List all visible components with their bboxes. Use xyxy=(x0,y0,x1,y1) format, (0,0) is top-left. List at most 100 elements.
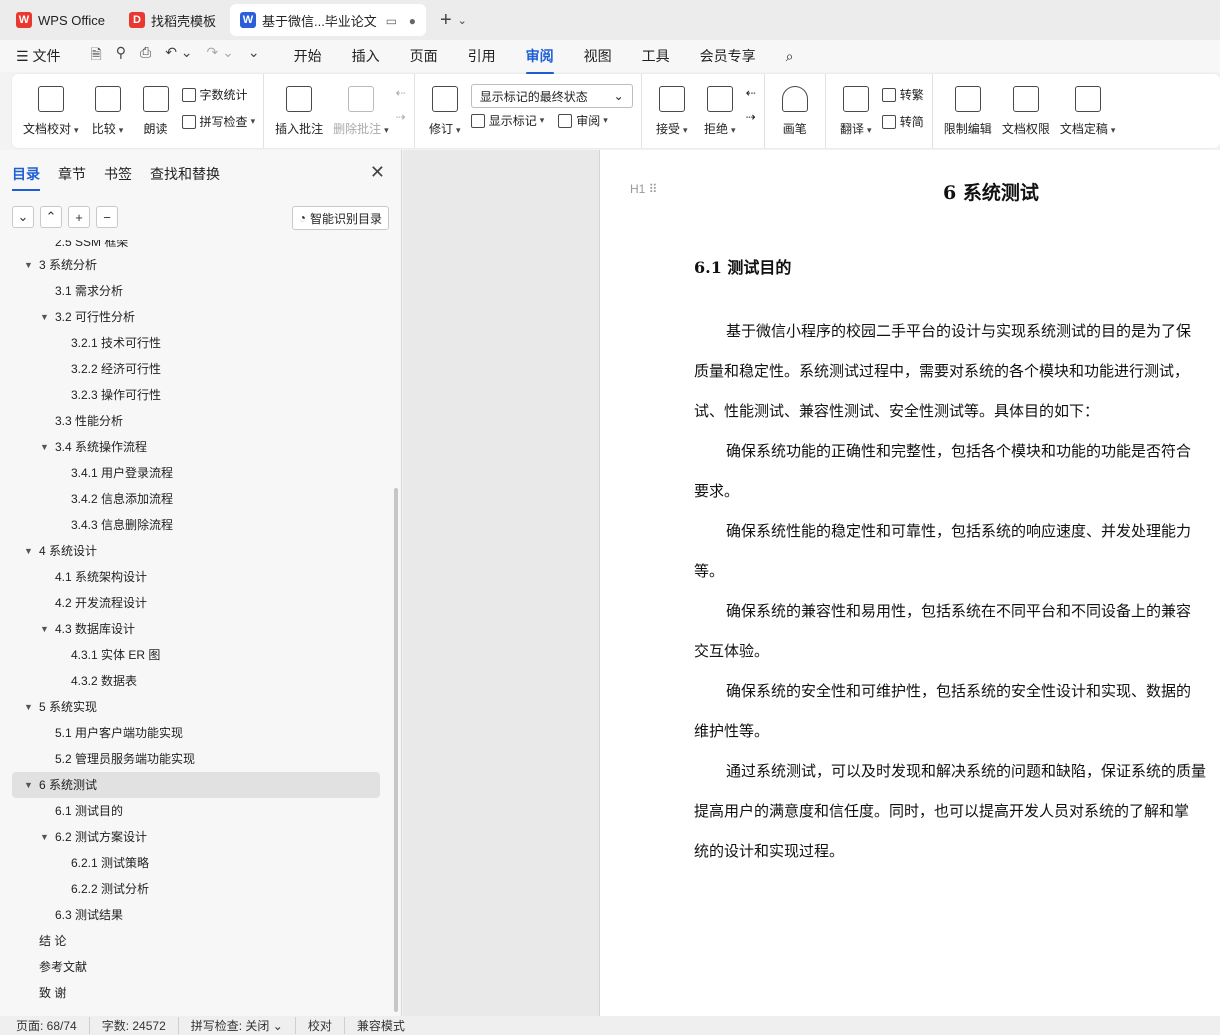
expand-triangle-icon[interactable]: ▼ xyxy=(24,772,33,798)
remove-heading-icon[interactable]: − xyxy=(96,206,118,228)
file-menu[interactable]: ☰ 文件 xyxy=(16,46,60,66)
toc-item[interactable]: 参考文献 xyxy=(0,954,392,980)
toc-item[interactable]: 3.2.3 操作可行性 xyxy=(0,382,392,408)
save-icon[interactable]: 🗎 xyxy=(90,44,101,68)
toc-item[interactable]: ▼ 4.3 数据库设计 xyxy=(0,616,392,642)
unsaved-dot-icon[interactable]: ● xyxy=(409,14,416,28)
translate-button[interactable]: 翻译 ▾ xyxy=(834,82,878,137)
toc-item[interactable]: 6.2.2 测试分析 xyxy=(0,876,392,902)
toc-item[interactable]: 3.2.1 技术可行性 xyxy=(0,330,392,356)
toc-item[interactable]: ▼ 3 系统分析 xyxy=(0,252,392,278)
restrict-edit-button[interactable]: 限制编辑 xyxy=(941,82,995,137)
toc-scrollbar[interactable] xyxy=(394,488,398,1012)
expand-triangle-icon[interactable]: ▼ xyxy=(24,538,33,564)
next-comment-icon[interactable]: ⇢ xyxy=(396,110,406,124)
toc-item[interactable]: 3.1 需求分析 xyxy=(0,278,392,304)
toc-item[interactable]: 3.4.2 信息添加流程 xyxy=(0,486,392,512)
spell-check-button[interactable]: 拼写检查 ▾ xyxy=(181,113,255,130)
toc-item[interactable]: 3.4.3 信息删除流程 xyxy=(0,512,392,538)
close-icon[interactable]: ✕ xyxy=(370,162,385,183)
smart-toc-button[interactable]: ◔ 智能识别目录 xyxy=(291,206,389,230)
undo-icon[interactable]: ↶ ⌄ xyxy=(165,44,192,68)
menu-tools[interactable]: 工具 xyxy=(642,46,670,66)
heading-handle-icon[interactable]: H1 ⠿ xyxy=(630,182,657,196)
tab-list-chevron-icon[interactable]: ⌄ xyxy=(458,14,467,27)
to-traditional-button[interactable]: 转繁 xyxy=(881,86,924,103)
toc-item[interactable]: 结 论 xyxy=(0,928,392,954)
print-preview-icon[interactable]: ⎙ xyxy=(140,44,151,68)
collapse-down-icon[interactable]: ⌄ xyxy=(12,206,34,228)
prev-change-icon[interactable]: ⇠ xyxy=(746,86,756,100)
compare-button[interactable]: 比较 ▾ xyxy=(86,82,130,137)
review-pane-button[interactable]: 审阅 ▾ xyxy=(558,112,608,129)
search-icon[interactable]: ⌕ xyxy=(786,48,794,65)
new-tab-plus-icon[interactable]: + xyxy=(440,9,452,32)
toc-item[interactable]: 3.2.2 经济可行性 xyxy=(0,356,392,382)
toc-item[interactable]: 4.2 开发流程设计 xyxy=(0,590,392,616)
expand-triangle-icon[interactable]: ▼ xyxy=(24,694,33,720)
toc-item[interactable]: 3.3 性能分析 xyxy=(0,408,392,434)
toc-item[interactable]: ▼ 4 系统设计 xyxy=(0,538,392,564)
menu-page[interactable]: 页面 xyxy=(410,46,438,66)
track-changes-button[interactable]: 修订 ▾ xyxy=(423,82,467,137)
read-aloud-button[interactable]: 朗读 xyxy=(134,82,178,137)
toc-item[interactable]: 3.4.1 用户登录流程 xyxy=(0,460,392,486)
menu-member[interactable]: 会员专享 xyxy=(700,46,756,66)
expand-triangle-icon[interactable]: ▼ xyxy=(40,616,49,642)
tab-sections[interactable]: 章节 xyxy=(58,164,86,184)
delete-comment-button[interactable]: 删除批注 ▾ xyxy=(330,82,392,137)
expand-triangle-icon[interactable]: ▼ xyxy=(24,252,33,278)
toc-item[interactable]: 4.1 系统架构设计 xyxy=(0,564,392,590)
next-change-icon[interactable]: ⇢ xyxy=(746,110,756,124)
proofread-status[interactable]: 校对 xyxy=(308,1017,345,1034)
redo-icon[interactable]: ↷ ⌄ xyxy=(207,44,234,68)
tab-bookmarks[interactable]: 书签 xyxy=(104,164,132,184)
reject-button[interactable]: 拒绝 ▾ xyxy=(698,82,742,137)
menu-start[interactable]: 开始 xyxy=(294,46,322,66)
menu-insert[interactable]: 插入 xyxy=(352,46,380,66)
page-indicator[interactable]: 页面: 68/74 xyxy=(16,1017,90,1034)
toc-item[interactable]: 致 谢 xyxy=(0,980,392,1006)
accept-button[interactable]: 接受 ▾ xyxy=(650,82,694,137)
toc-item[interactable]: 4.3.2 数据表 xyxy=(0,668,392,694)
prev-comment-icon[interactable]: ⇠ xyxy=(396,86,406,100)
toc-item[interactable]: ▼ 5 系统实现 xyxy=(0,694,392,720)
menu-view[interactable]: 视图 xyxy=(584,46,612,66)
to-simplified-button[interactable]: 转简 xyxy=(881,113,924,130)
finalize-button[interactable]: 文档定稿 ▾ xyxy=(1057,82,1119,137)
expand-up-icon[interactable]: ⌃ xyxy=(40,206,62,228)
toc-item[interactable]: ▼ 6.2 测试方案设计 xyxy=(0,824,392,850)
expand-triangle-icon[interactable]: ▼ xyxy=(40,434,49,460)
toc-item[interactable]: 2.5 SSM 框架 xyxy=(0,240,392,252)
menu-review[interactable]: 审阅 xyxy=(525,46,554,74)
document-page[interactable]: H1 ⠿ 6 系统测试 6.1 测试目的 基于微信小程序的校园二手平台的设计与实… xyxy=(599,150,1220,1016)
expand-triangle-icon[interactable]: ▼ xyxy=(40,304,49,330)
doc-check-button[interactable]: 文档校对 ▾ xyxy=(20,82,82,137)
expand-triangle-icon[interactable]: ▼ xyxy=(40,824,49,850)
window-icon[interactable]: ▭ xyxy=(386,14,397,28)
word-count[interactable]: 字数: 24572 xyxy=(102,1017,179,1034)
doc-permission-button[interactable]: 文档权限 xyxy=(999,82,1053,137)
insert-comment-button[interactable]: 插入批注 xyxy=(272,82,326,137)
menu-references[interactable]: 引用 xyxy=(468,46,496,66)
toc-item[interactable]: 5.2 管理员服务端功能实现 xyxy=(0,746,392,772)
pen-button[interactable]: 画笔 xyxy=(773,82,817,137)
toc-item[interactable]: 4.3.1 实体 ER 图 xyxy=(0,642,392,668)
tab-document[interactable]: W 基于微信...毕业论文 ▭ ● xyxy=(229,4,426,36)
toc-item[interactable]: 6.2.1 测试策略 xyxy=(0,850,392,876)
add-heading-icon[interactable]: + xyxy=(68,206,90,228)
tab-toc[interactable]: 目录 xyxy=(12,164,40,191)
toc-item[interactable]: 5.1 用户客户端功能实现 xyxy=(0,720,392,746)
more-chevron-icon[interactable]: ⌄ xyxy=(248,44,260,68)
word-count-button[interactable]: 字数统计 xyxy=(181,86,256,103)
show-markup-button[interactable]: 显示标记 ▾ xyxy=(470,112,544,129)
share-icon[interactable]: ⚲ xyxy=(116,44,126,68)
toc-item[interactable]: ▼ 6 系统测试 xyxy=(12,772,380,798)
spell-check-status[interactable]: 拼写检查: 关闭 ⌄ xyxy=(191,1017,296,1034)
toc-item[interactable]: ▼ 3.4 系统操作流程 xyxy=(0,434,392,460)
markup-state-select[interactable]: 显示标记的最终状态 ⌄ xyxy=(470,84,633,108)
tab-wps-office[interactable]: W WPS Office xyxy=(6,4,115,36)
toc-item[interactable]: 6.3 测试结果 xyxy=(0,902,392,928)
tab-docer-templates[interactable]: D 找稻壳模板 xyxy=(119,4,226,36)
toc-item[interactable]: ▼ 3.2 可行性分析 xyxy=(0,304,392,330)
